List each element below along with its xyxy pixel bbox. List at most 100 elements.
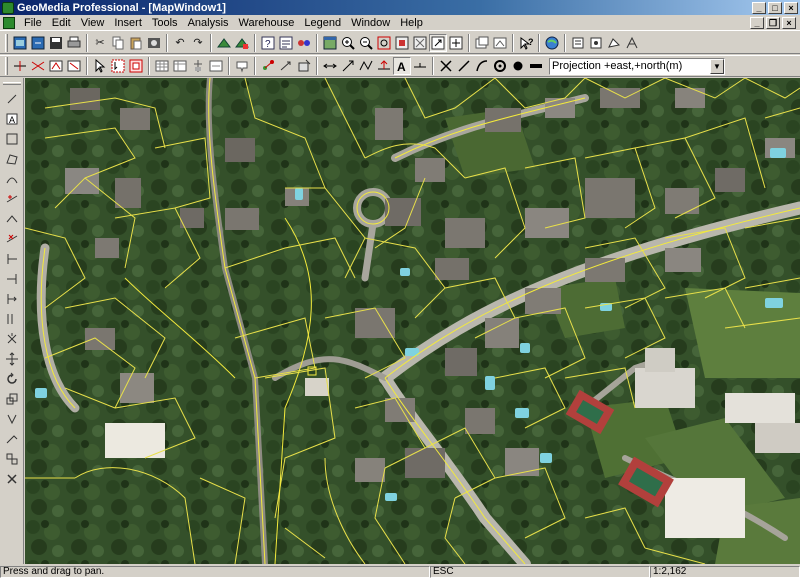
text-tool-icon[interactable]: A bbox=[3, 110, 21, 128]
offset-icon[interactable] bbox=[3, 310, 21, 328]
select-by-fence-icon[interactable] bbox=[109, 57, 127, 75]
mirror-icon[interactable] bbox=[3, 410, 21, 428]
label-icon[interactable] bbox=[233, 57, 251, 75]
select-set-properties-icon[interactable] bbox=[277, 34, 295, 52]
menu-help[interactable]: Help bbox=[395, 16, 428, 30]
zoom-in-icon[interactable] bbox=[339, 34, 357, 52]
print-icon[interactable] bbox=[65, 34, 83, 52]
fit-all-icon[interactable] bbox=[375, 34, 393, 52]
pan-dynamic-icon[interactable] bbox=[447, 34, 465, 52]
polygon-tool-icon[interactable] bbox=[3, 150, 21, 168]
menu-view[interactable]: View bbox=[76, 16, 110, 30]
place-dimension-icon[interactable] bbox=[375, 57, 393, 75]
menu-insert[interactable]: Insert bbox=[109, 16, 147, 30]
dropdown-arrow-icon[interactable]: ▼ bbox=[710, 58, 724, 74]
map-window-icon[interactable] bbox=[3, 16, 15, 29]
grid-table-icon[interactable] bbox=[153, 57, 171, 75]
move-icon[interactable] bbox=[3, 350, 21, 368]
draw-circle-icon[interactable] bbox=[491, 57, 509, 75]
menu-edit[interactable]: Edit bbox=[47, 16, 76, 30]
new-map-window-icon[interactable] bbox=[321, 34, 339, 52]
continue-geometry-icon[interactable] bbox=[65, 57, 83, 75]
place-line-icon[interactable] bbox=[321, 57, 339, 75]
snap-icon[interactable] bbox=[569, 34, 587, 52]
undo-icon[interactable]: ↶ bbox=[171, 34, 189, 52]
arc-tool-icon[interactable] bbox=[3, 170, 21, 188]
save-icon[interactable] bbox=[47, 34, 65, 52]
aerial-map[interactable] bbox=[25, 78, 800, 564]
projection-select[interactable]: Projection +east,+north(m) ▼ bbox=[549, 57, 725, 75]
paste-icon[interactable] bbox=[127, 34, 145, 52]
warehouse-connection-icon[interactable] bbox=[215, 34, 233, 52]
intersect-icon[interactable] bbox=[29, 57, 47, 75]
delete-icon[interactable] bbox=[437, 57, 455, 75]
place-leader-icon[interactable] bbox=[411, 57, 429, 75]
cancel-x-icon[interactable] bbox=[3, 470, 21, 488]
fit-selected-icon[interactable] bbox=[393, 34, 411, 52]
zoom-out-icon[interactable] bbox=[357, 34, 375, 52]
place-arrow-icon[interactable] bbox=[339, 57, 357, 75]
minimize-button[interactable]: _ bbox=[752, 1, 766, 14]
pan-icon[interactable] bbox=[429, 33, 447, 52]
menu-window[interactable]: Window bbox=[346, 16, 395, 30]
place-polyline-icon[interactable] bbox=[357, 57, 375, 75]
geomedia-globe-icon[interactable] bbox=[543, 34, 561, 52]
place-text-icon[interactable]: A bbox=[393, 57, 411, 75]
cut-icon[interactable]: ✂ bbox=[91, 34, 109, 52]
add-legend-entry-icon[interactable] bbox=[233, 34, 251, 52]
previous-view-icon[interactable] bbox=[411, 34, 429, 52]
draw-point-icon[interactable] bbox=[509, 57, 527, 75]
new-geoworkspace-icon[interactable] bbox=[11, 34, 29, 52]
copy-map-icon[interactable] bbox=[145, 34, 163, 52]
line-style-icon[interactable] bbox=[527, 57, 545, 75]
copy-parallel-icon[interactable] bbox=[3, 450, 21, 468]
menu-file[interactable]: File bbox=[19, 16, 47, 30]
extend-icon[interactable] bbox=[3, 270, 21, 288]
redo-icon[interactable]: ↷ bbox=[189, 34, 207, 52]
rotate-icon[interactable] bbox=[3, 370, 21, 388]
maximize-button[interactable]: □ bbox=[768, 1, 782, 14]
copy-icon[interactable] bbox=[109, 34, 127, 52]
stretch-icon[interactable] bbox=[3, 430, 21, 448]
select-set-icon[interactable] bbox=[127, 57, 145, 75]
menu-tools[interactable]: Tools bbox=[147, 16, 183, 30]
edit-geometry-icon[interactable] bbox=[47, 57, 65, 75]
map-window[interactable] bbox=[25, 78, 800, 564]
mdi-minimize-button[interactable]: _ bbox=[750, 16, 764, 29]
draw-line-icon[interactable] bbox=[455, 57, 473, 75]
line-tool-icon[interactable] bbox=[3, 90, 21, 108]
spatial-query-icon[interactable] bbox=[605, 34, 623, 52]
draw-arc-icon[interactable] bbox=[473, 57, 491, 75]
close-button[interactable]: × bbox=[784, 1, 798, 14]
display-properties-icon[interactable] bbox=[491, 34, 509, 52]
select-tool-icon[interactable] bbox=[91, 57, 109, 75]
insert-feature-icon[interactable] bbox=[189, 57, 207, 75]
insert-line-icon[interactable] bbox=[277, 57, 295, 75]
attribute-query-icon[interactable] bbox=[295, 34, 313, 52]
menu-analysis[interactable]: Analysis bbox=[183, 16, 234, 30]
status-key-hint: ESC bbox=[430, 565, 650, 578]
trim-icon[interactable] bbox=[3, 250, 21, 268]
refresh-icon[interactable] bbox=[473, 34, 491, 52]
buffer-zone-icon[interactable] bbox=[623, 34, 641, 52]
vertex-delete-icon[interactable] bbox=[3, 230, 21, 248]
cross-intersect-icon[interactable] bbox=[3, 330, 21, 348]
break-line-icon[interactable] bbox=[11, 57, 29, 75]
mdi-close-button[interactable]: × bbox=[782, 16, 796, 29]
open-geoworkspace-icon[interactable] bbox=[29, 34, 47, 52]
feature-properties-icon[interactable]: ? bbox=[259, 34, 277, 52]
insert-area-icon[interactable] bbox=[295, 57, 313, 75]
split-icon[interactable] bbox=[3, 290, 21, 308]
whats-this-help-icon[interactable]: ? bbox=[517, 34, 535, 52]
mdi-restore-button[interactable]: ❐ bbox=[766, 16, 780, 29]
vertex-add-icon[interactable] bbox=[3, 190, 21, 208]
insert-text-icon[interactable] bbox=[207, 57, 225, 75]
vertex-move-icon[interactable] bbox=[3, 210, 21, 228]
menu-legend[interactable]: Legend bbox=[299, 16, 346, 30]
insert-point-icon[interactable] bbox=[259, 57, 277, 75]
menu-warehouse[interactable]: Warehouse bbox=[234, 16, 300, 30]
analysis-icon[interactable] bbox=[587, 34, 605, 52]
scale-icon[interactable] bbox=[3, 390, 21, 408]
rectangle-tool-icon[interactable] bbox=[3, 130, 21, 148]
data-window-icon[interactable] bbox=[171, 57, 189, 75]
